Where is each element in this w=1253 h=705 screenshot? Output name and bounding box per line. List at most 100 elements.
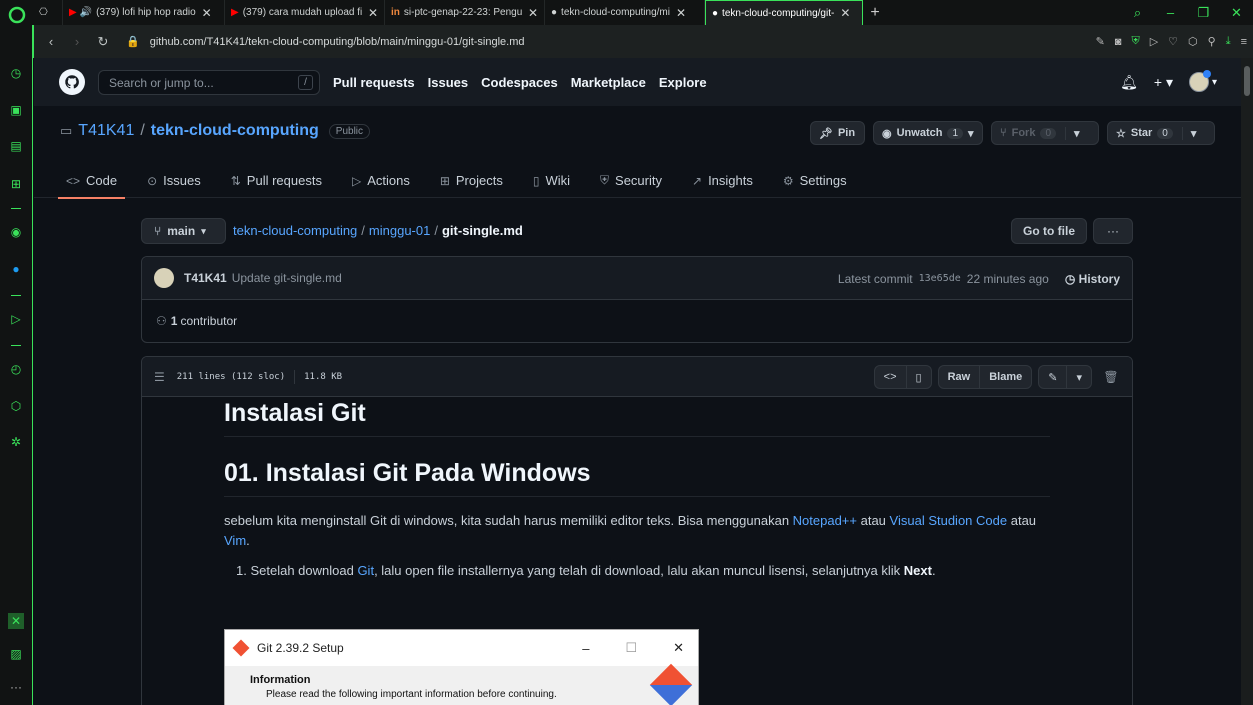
blame-button[interactable]: Blame	[980, 366, 1031, 388]
pin-button[interactable]: 📌︎ Pin	[810, 121, 865, 145]
heart-icon[interactable]: ♡	[1168, 35, 1178, 48]
link-vim[interactable]: Vim	[224, 533, 246, 548]
commit-sha-link[interactable]: 13e65de	[919, 273, 961, 284]
link-git[interactable]: Git	[357, 563, 374, 578]
tab-issues[interactable]: ⊙ Issues	[141, 163, 207, 198]
outline-icon[interactable]: ☰	[154, 370, 165, 384]
heading-instalasi-git: Instalasi Git	[224, 399, 1050, 437]
more-options-button[interactable]: ···	[1093, 218, 1133, 244]
search-tabs-icon[interactable]: ⌕	[1121, 5, 1154, 21]
nav-codespaces[interactable]: Codespaces	[481, 75, 558, 90]
nav-pull-requests[interactable]: Pull requests	[333, 75, 415, 90]
pencil-icon[interactable]: ✎	[1039, 366, 1068, 388]
tab-settings[interactable]: ⚙ Settings	[777, 163, 853, 198]
play-circle-icon: ▷	[351, 173, 362, 188]
unwatch-button[interactable]: ◉ Unwatch 1 ▾	[873, 121, 983, 145]
audio-icon: 🔊	[79, 7, 93, 18]
tab-pull-requests[interactable]: ⇅ Pull requests	[225, 163, 328, 198]
close-tab-icon[interactable]: ✕	[528, 6, 538, 20]
cpu-icon[interactable]: ⊞	[8, 176, 24, 192]
breadcrumb-dir-link[interactable]: minggu-01	[369, 223, 430, 238]
tab-actions[interactable]: ▷ Actions	[346, 163, 416, 198]
gx-mods-icon[interactable]: ✕	[8, 613, 24, 629]
repo-name-link[interactable]: tekn-cloud-computing	[151, 122, 319, 140]
back-icon[interactable]: ‹	[38, 34, 64, 49]
vpn-shield-icon[interactable]: ⛨	[1131, 35, 1139, 48]
play-icon[interactable]: ▷	[1150, 35, 1158, 48]
create-new-icon[interactable]: + ▾	[1154, 74, 1173, 91]
tab-code[interactable]: <> Code	[57, 163, 126, 199]
close-tab-icon[interactable]: ✕	[840, 6, 850, 20]
player-icon[interactable]: ▷	[8, 311, 24, 327]
profile-icon[interactable]: ⚲	[1208, 35, 1216, 48]
more-icon[interactable]: ···	[8, 679, 24, 695]
bag-icon[interactable]: ▣	[8, 102, 24, 118]
tab-lofi[interactable]: ▶ 🔊 (379) lofi hip hop radio ✕	[63, 0, 225, 25]
git-logo-icon	[232, 639, 250, 657]
github-logo-icon[interactable]	[59, 69, 85, 95]
tab-security[interactable]: ⛨ Security	[594, 163, 668, 198]
reload-icon[interactable]: ↻	[90, 34, 116, 50]
link-notepad[interactable]: Notepad++	[793, 513, 857, 528]
search-input[interactable]: Search or jump to... /	[98, 70, 320, 95]
eye-icon: ◉	[882, 127, 892, 140]
preview-icon[interactable]: ▯	[907, 366, 931, 388]
camera-icon[interactable]: ◙	[1115, 36, 1122, 48]
new-tab-button[interactable]: +	[863, 0, 887, 25]
tab-si-ptc[interactable]: in si-ptc-genap-22-23: Pengu ✕	[385, 0, 545, 25]
settings-icon[interactable]: ✲	[8, 434, 24, 450]
menu-icon[interactable]: ≡	[1241, 36, 1247, 48]
cube-icon[interactable]: ⬡	[1188, 35, 1198, 48]
tab-insights[interactable]: ↗ Insights	[686, 163, 759, 198]
repo-owner-link[interactable]: T41K41	[78, 122, 134, 140]
breadcrumb-repo-link[interactable]: tekn-cloud-computing	[233, 223, 357, 238]
commit-message-link[interactable]: Update git-single.md	[232, 271, 342, 285]
issue-icon: ⊙	[147, 173, 158, 188]
tab-wiki[interactable]: ▯ Wiki	[527, 163, 576, 198]
code-view-icon[interactable]: <>	[875, 366, 907, 388]
download-icon[interactable]: ⤓	[1226, 35, 1231, 48]
twitch-icon[interactable]: ▤	[8, 138, 24, 154]
file-viewer: ☰ 211 lines (112 sloc) 11.8 KB <> ▯ Raw …	[141, 356, 1133, 705]
url-field[interactable]: 🔒 github.com/T41K41/tekn-cloud-computing…	[126, 35, 525, 49]
whatsapp-icon[interactable]: ◉	[8, 224, 24, 240]
table-icon: ⊞	[439, 173, 450, 188]
history-link[interactable]: ◷ History	[1065, 272, 1120, 286]
close-tab-icon[interactable]: ✕	[202, 6, 212, 20]
user-menu[interactable]: ▾	[1188, 70, 1217, 92]
tab-projects[interactable]: ⊞ Projects	[434, 163, 509, 198]
nav-explore[interactable]: Explore	[659, 75, 707, 90]
speedometer-icon[interactable]: ◷	[8, 65, 24, 81]
edit-icon[interactable]: ✎	[1096, 35, 1105, 48]
close-window-icon[interactable]: ✕	[1220, 5, 1253, 21]
restore-icon[interactable]: ❐	[1187, 5, 1220, 21]
chevron-down-icon[interactable]: ▾	[1067, 366, 1091, 388]
tab-cara-mudah[interactable]: ▶ (379) cara mudah upload fi ✕	[225, 0, 385, 25]
forward-icon[interactable]: ›	[64, 34, 90, 49]
sidebar: ◷ ▣ ▤ ⊞ ◉ ● ▷ ◴ ⬡ ✲ ✕ ▨ ···	[0, 25, 33, 705]
close-tab-icon[interactable]: ✕	[368, 6, 378, 20]
trash-icon[interactable]: 🗑︎	[1098, 365, 1124, 389]
pin-icon: 📌︎	[819, 127, 833, 140]
minimize-icon[interactable]: –	[1154, 5, 1187, 20]
go-to-file-button[interactable]: Go to file	[1011, 218, 1087, 244]
tab-github-active[interactable]: ● tekn-cloud-computing/git- ✕	[705, 0, 863, 25]
fork-button[interactable]: ⑂ Fork 0 ▾	[991, 121, 1099, 145]
nav-marketplace[interactable]: Marketplace	[571, 75, 646, 90]
box-icon[interactable]: ⬡	[8, 398, 24, 414]
nav-issues[interactable]: Issues	[428, 75, 468, 90]
close-tab-icon[interactable]: ✕	[676, 6, 686, 20]
scrollbar[interactable]	[1241, 58, 1253, 705]
image-icon[interactable]: ▨	[8, 646, 24, 662]
branch-selector[interactable]: ⑂ main ▾	[141, 218, 226, 244]
tab-gamepad-icon[interactable]: ⎔	[33, 0, 63, 25]
bell-icon[interactable]: 🔔︎	[1120, 74, 1138, 91]
link-vscode[interactable]: Visual Studion Code	[890, 513, 1008, 528]
contributors-link[interactable]: ⚇ 1 contributor	[142, 300, 1132, 342]
star-button[interactable]: ☆ Star 0 ▾	[1107, 121, 1215, 145]
tab-github-1[interactable]: ● tekn-cloud-computing/mi ✕	[545, 0, 705, 25]
raw-button[interactable]: Raw	[939, 366, 981, 388]
twitter-icon[interactable]: ●	[8, 261, 24, 277]
history-icon[interactable]: ◴	[8, 361, 24, 377]
commit-author-link[interactable]: T41K41	[184, 271, 227, 285]
